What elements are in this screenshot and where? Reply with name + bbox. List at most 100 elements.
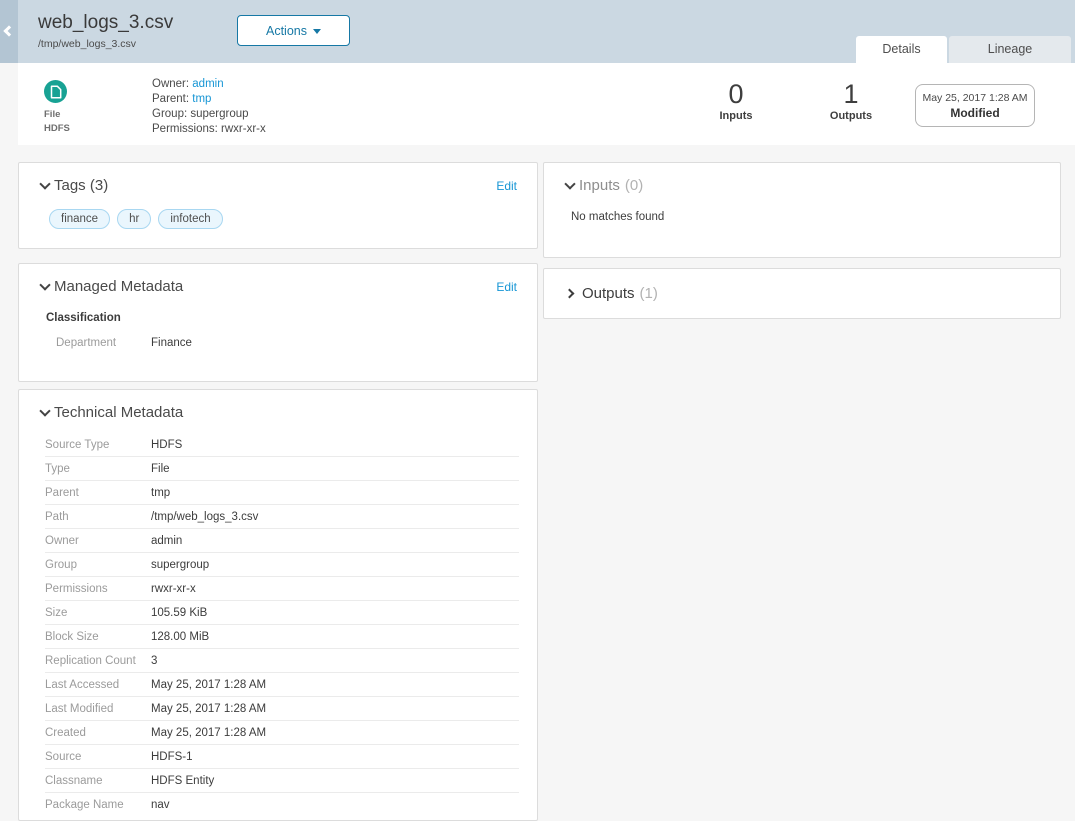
metadata-row-value-link[interactable]: tmp <box>151 487 170 499</box>
metadata-row-value: HDFS <box>151 439 182 451</box>
group-row: Group: supergroup <box>152 107 266 122</box>
owner-label: Owner: <box>152 78 189 90</box>
tag-pill[interactable]: finance <box>49 209 110 229</box>
tab-details[interactable]: Details <box>856 36 947 63</box>
metadata-row-label: Type <box>45 463 151 475</box>
metadata-field-row: Department Finance <box>56 337 537 349</box>
outputs-count-label: Outputs <box>801 110 901 122</box>
collapse-chevron-icon[interactable] <box>39 279 50 290</box>
metadata-field-label: Department <box>56 337 151 349</box>
metadata-row: TypeFile <box>45 457 519 481</box>
metadata-row-label: Owner <box>45 535 151 547</box>
inputs-panel-count: (0) <box>625 177 643 194</box>
metadata-row: Parenttmp <box>45 481 519 505</box>
tab-bar: Details Lineage <box>856 36 1071 63</box>
metadata-row-value: supergroup <box>151 559 209 571</box>
technical-metadata-title: Technical Metadata <box>54 404 183 421</box>
managed-metadata-edit-link[interactable]: Edit <box>496 280 517 294</box>
metadata-row: Source TypeHDFS <box>45 433 519 457</box>
metadata-row-value: May 25, 2017 1:28 AM <box>151 679 266 691</box>
tags-list: finance hr infotech <box>49 209 537 229</box>
metadata-row-value: rwxr-xr-x <box>151 583 196 595</box>
technical-metadata-table: Source TypeHDFSTypeFileParenttmpPath/tmp… <box>19 433 537 817</box>
metadata-row: Owneradmin <box>45 529 519 553</box>
owner-link[interactable]: admin <box>192 78 223 90</box>
outputs-count-block: 1 Outputs <box>801 79 901 122</box>
metadata-row: Block Size128.00 MiB <box>45 625 519 649</box>
metadata-row: CreatedMay 25, 2017 1:28 AM <box>45 721 519 745</box>
tag-pill[interactable]: hr <box>117 209 151 229</box>
file-icon <box>44 80 67 103</box>
actions-button[interactable]: Actions <box>237 15 350 46</box>
permissions-label: Permissions: <box>152 123 218 135</box>
tags-title: Tags (3) <box>54 177 108 194</box>
group-label: Group: <box>152 108 187 120</box>
inputs-panel: Inputs (0) No matches found <box>543 162 1061 258</box>
parent-row: Parent: tmp <box>152 92 266 107</box>
metadata-row-value: 105.59 KiB <box>151 607 207 619</box>
actions-button-label: Actions <box>266 24 307 38</box>
managed-metadata-title: Managed Metadata <box>54 278 183 295</box>
metadata-row-label: Last Modified <box>45 703 151 715</box>
page-subtitle: /tmp/web_logs_3.csv <box>38 38 173 50</box>
outputs-count: 1 <box>801 79 901 109</box>
modified-label: Modified <box>916 106 1034 120</box>
metadata-row-label: Last Accessed <box>45 679 151 691</box>
metadata-row-label: Size <box>45 607 151 619</box>
header: web_logs_3.csv /tmp/web_logs_3.csv Actio… <box>0 0 1075 63</box>
metadata-row: Permissionsrwxr-xr-x <box>45 577 519 601</box>
tab-lineage[interactable]: Lineage <box>949 36 1071 63</box>
permissions-row: Permissions: rwxr-xr-x <box>152 122 266 137</box>
metadata-row-label: Path <box>45 511 151 523</box>
back-button[interactable] <box>0 0 18 63</box>
metadata-row-value: 3 <box>151 655 157 667</box>
metadata-row-value: HDFS Entity <box>151 775 214 787</box>
entity-summary-band: File HDFS Owner: admin Parent: tmp Group… <box>18 63 1075 145</box>
no-matches-message: No matches found <box>571 211 1060 223</box>
group-value: supergroup <box>190 108 248 120</box>
modified-badge: May 25, 2017 1:28 AM Modified <box>915 84 1035 127</box>
collapse-chevron-icon[interactable] <box>564 178 575 189</box>
expand-chevron-icon[interactable] <box>565 289 575 299</box>
metadata-row-label: Classname <box>45 775 151 787</box>
document-glyph-icon <box>50 85 62 99</box>
metadata-row-label: Source <box>45 751 151 763</box>
parent-label: Parent: <box>152 93 189 105</box>
inputs-title: Inputs <box>579 177 620 194</box>
technical-metadata-header: Technical Metadata <box>19 390 537 421</box>
entity-attributes-block: Owner: admin Parent: tmp Group: supergro… <box>152 77 266 137</box>
metadata-row-value: HDFS-1 <box>151 751 193 763</box>
outputs-title: Outputs <box>582 285 635 302</box>
metadata-row: Size105.59 KiB <box>45 601 519 625</box>
metadata-row-value: nav <box>151 799 170 811</box>
inputs-count-block: 0 Inputs <box>686 79 786 122</box>
metadata-row-label: Replication Count <box>45 655 151 667</box>
metadata-row: Last AccessedMay 25, 2017 1:28 AM <box>45 673 519 697</box>
metadata-field-value: Finance <box>151 337 192 349</box>
tags-header: Tags (3) Edit <box>19 163 537 194</box>
metadata-row: Replication Count3 <box>45 649 519 673</box>
metadata-group-name: Classification <box>46 312 537 324</box>
tags-section: Tags (3) Edit finance hr infotech <box>18 162 538 249</box>
collapse-chevron-icon[interactable] <box>39 178 50 189</box>
metadata-row-value: May 25, 2017 1:28 AM <box>151 703 266 715</box>
caret-down-icon <box>313 29 321 34</box>
tag-pill[interactable]: infotech <box>158 209 222 229</box>
permissions-value: rwxr-xr-x <box>221 123 266 135</box>
metadata-row-label: Parent <box>45 487 151 499</box>
metadata-row-value: /tmp/web_logs_3.csv <box>151 511 258 523</box>
technical-metadata-section: Technical Metadata Source TypeHDFSTypeFi… <box>18 389 538 821</box>
right-column: Inputs (0) No matches found Outputs (1) <box>543 162 1061 319</box>
metadata-row-value: May 25, 2017 1:28 AM <box>151 727 266 739</box>
metadata-row-label: Package Name <box>45 799 151 811</box>
metadata-row-label: Block Size <box>45 631 151 643</box>
metadata-row: ClassnameHDFS Entity <box>45 769 519 793</box>
inputs-count-label: Inputs <box>686 110 786 122</box>
page-title: web_logs_3.csv <box>38 12 173 34</box>
parent-link[interactable]: tmp <box>192 93 211 105</box>
metadata-row-value: File <box>151 463 170 475</box>
tags-edit-link[interactable]: Edit <box>496 179 517 193</box>
owner-row: Owner: admin <box>152 77 266 92</box>
collapse-chevron-icon[interactable] <box>39 405 50 416</box>
entity-type-label: File <box>44 109 114 120</box>
